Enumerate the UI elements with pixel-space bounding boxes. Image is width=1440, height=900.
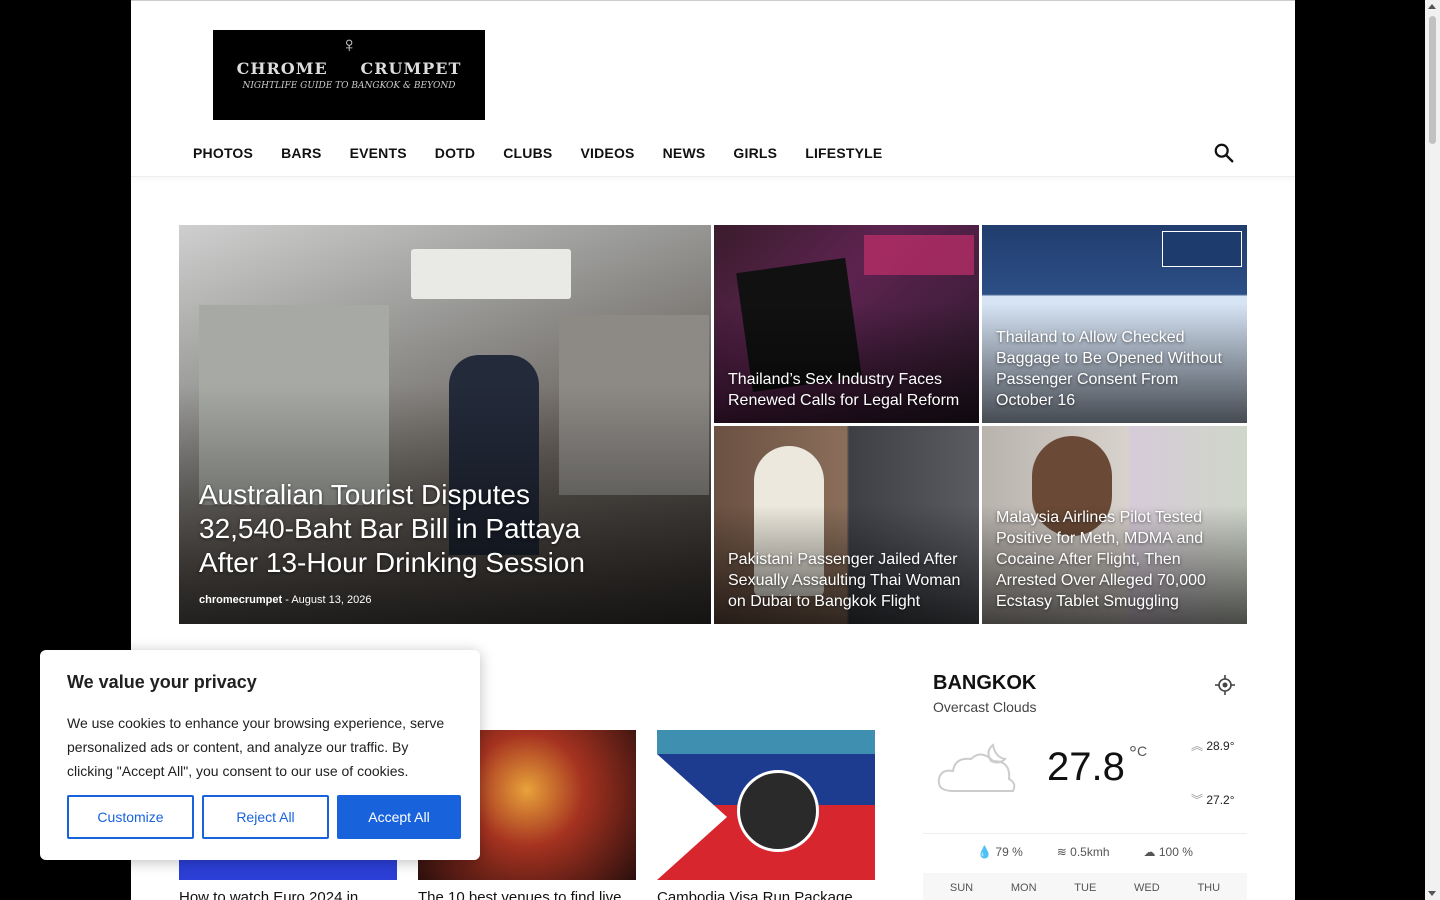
nav-item-bars[interactable]: BARS — [267, 145, 335, 161]
forecast-day: THU — [1197, 882, 1221, 894]
featured-tile-5[interactable]: Malaysia Airlines Pilot Tested Positive … — [982, 426, 1247, 624]
weather-stats: 💧 79 % ≋ 0.5kmh ☁ 100 % — [923, 833, 1247, 869]
featured-tile-3[interactable]: Thailand to Allow Checked Baggage to Be … — [982, 225, 1247, 423]
weather-widget: BANGKOK Overcast Clouds 27.8 °C ︽ 28.9° … — [923, 669, 1247, 900]
article-title[interactable]: How to watch Euro 2024 in — [179, 888, 397, 900]
featured-main-title[interactable]: Australian Tourist Disputes 32,540-Baht … — [199, 478, 631, 580]
forecast-day: MON — [1010, 882, 1037, 894]
weather-wind: 0.5kmh — [1070, 844, 1110, 859]
weather-city: BANGKOK — [933, 672, 1037, 694]
featured-tile-5-title[interactable]: Malaysia Airlines Pilot Tested Positive … — [996, 507, 1233, 612]
featured-tile-4-title[interactable]: Pakistani Passenger Jailed After Sexuall… — [728, 549, 965, 612]
article-title[interactable]: Cambodia Visa Run Package — [657, 888, 875, 900]
article-card[interactable]: Cambodia Visa Run Package — [657, 730, 875, 900]
reject-all-button[interactable]: Reject All — [202, 795, 329, 839]
search-icon[interactable] — [1213, 142, 1235, 164]
nav-item-lifestyle[interactable]: LIFESTYLE — [791, 145, 896, 161]
page-scrollbar[interactable] — [1425, 0, 1440, 900]
nav-item-clubs[interactable]: CLUBS — [489, 145, 566, 161]
cookie-consent-banner: We value your privacy We use cookies to … — [40, 650, 480, 860]
cookie-heading: We value your privacy — [67, 672, 257, 692]
nav-item-photos[interactable]: PHOTOS — [179, 145, 267, 161]
logo-tagline: NIGHTLIFE GUIDE TO BANGKOK & BEYOND — [242, 81, 456, 91]
weather-low: 27.2 — [1206, 793, 1230, 807]
article-thumbnail[interactable] — [657, 730, 875, 880]
nav-item-dotd[interactable]: DOTD — [421, 145, 489, 161]
weather-high: 28.9 — [1206, 739, 1230, 753]
customize-button[interactable]: Customize — [67, 795, 194, 839]
logo-brand-left: CHROME — [236, 59, 328, 78]
article-title[interactable]: The 10 best venues to find live — [418, 888, 636, 900]
weather-forecast-days: SUN MON TUE WED THU — [923, 873, 1247, 900]
nav-item-videos[interactable]: VIDEOS — [566, 145, 648, 161]
featured-grid: Australian Tourist Disputes 32,540-Baht … — [179, 225, 1247, 624]
weather-clouds: 100 % — [1158, 844, 1193, 859]
dancer-logo-icon: ♀ — [341, 32, 358, 57]
forecast-day: WED — [1134, 882, 1160, 894]
weather-description: Overcast Clouds — [933, 699, 1037, 715]
nav-item-girls[interactable]: GIRLS — [719, 145, 791, 161]
wind-icon: ≋ — [1056, 844, 1067, 859]
nav-item-events[interactable]: EVENTS — [336, 145, 421, 161]
forecast-day: TUE — [1074, 882, 1097, 894]
scroll-down-arrow-icon[interactable] — [1428, 891, 1436, 896]
chevron-up-icon: ︽ — [1191, 739, 1204, 753]
logo-brand-right: CRUMPET — [360, 59, 462, 78]
accept-all-button[interactable]: Accept All — [337, 795, 461, 839]
cookie-body: We use cookies to enhance your browsing … — [67, 715, 445, 779]
featured-main-date: August 13, 2026 — [291, 594, 372, 606]
location-target-icon[interactable] — [1215, 675, 1235, 695]
scroll-up-arrow-icon[interactable] — [1428, 4, 1436, 9]
main-nav: PHOTOS BARS EVENTS DOTD CLUBS VIDEOS NEW… — [131, 129, 1295, 177]
nav-item-news[interactable]: NEWS — [649, 145, 720, 161]
featured-tile-2-title[interactable]: Thailand’s Sex Industry Faces Renewed Ca… — [728, 369, 965, 411]
chevron-down-icon: ︾ — [1191, 793, 1204, 807]
site-logo[interactable]: ♀ CHROME CRUMPET NIGHTLIFE GUIDE TO BANG… — [213, 30, 485, 120]
weather-humidity: 79 % — [995, 844, 1023, 859]
featured-tile-4[interactable]: Pakistani Passenger Jailed After Sexuall… — [714, 426, 979, 624]
scrollbar-thumb[interactable] — [1429, 16, 1436, 144]
featured-tile-3-title[interactable]: Thailand to Allow Checked Baggage to Be … — [996, 327, 1233, 411]
forecast-day: SUN — [949, 882, 974, 894]
humidity-drop-icon: 💧 — [977, 844, 993, 859]
cloudy-night-icon — [937, 743, 1016, 792]
weather-temperature: 27.8 — [1047, 745, 1125, 789]
featured-main-author[interactable]: chromecrumpet — [199, 594, 282, 606]
featured-tile-2[interactable]: Thailand’s Sex Industry Faces Renewed Ca… — [714, 225, 979, 423]
weather-unit: C — [1137, 743, 1148, 759]
cloud-icon: ☁ — [1143, 844, 1156, 859]
featured-main-tile[interactable]: Australian Tourist Disputes 32,540-Baht … — [179, 225, 711, 624]
